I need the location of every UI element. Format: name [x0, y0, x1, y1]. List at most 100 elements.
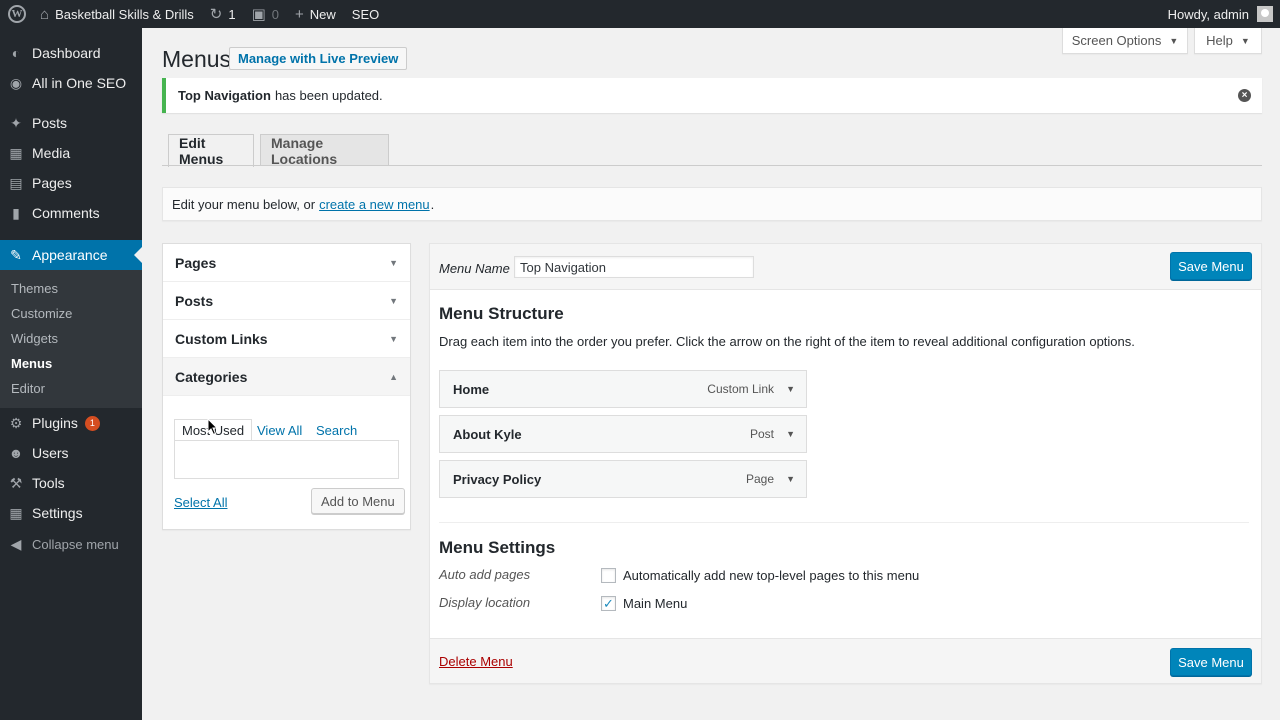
- accordion-section-posts[interactable]: Posts ▼: [163, 282, 410, 320]
- accordion-section-categories[interactable]: Categories ▲: [163, 358, 410, 396]
- seo-link[interactable]: SEO: [344, 0, 387, 28]
- sidebar-item-posts[interactable]: ✦ Posts: [0, 108, 142, 138]
- display-location-label: Display location: [439, 595, 531, 610]
- menu-item-home[interactable]: Home Custom Link ▼: [439, 370, 807, 408]
- help-label: Help: [1206, 33, 1233, 48]
- brush-icon: ✎: [10, 246, 22, 263]
- accordion-title: Pages: [175, 254, 217, 271]
- sidebar-item-label: All in One SEO: [32, 75, 127, 91]
- sidebar-item-label: Users: [32, 445, 69, 461]
- select-all-link[interactable]: Select All: [174, 495, 227, 510]
- sidebar-item-seo[interactable]: ◉ All in One SEO: [0, 68, 142, 98]
- collapse-menu-button[interactable]: ◀ Collapse menu: [0, 529, 142, 559]
- menu-item-title: Home: [453, 381, 490, 397]
- notice-menu-name: Top Navigation: [178, 88, 271, 103]
- sidebar-item-plugins[interactable]: ⚙ Plugins 1: [0, 408, 142, 438]
- main-menu-text[interactable]: Main Menu: [623, 596, 687, 611]
- sidebar-item-label: Plugins: [32, 415, 78, 431]
- new-label: New: [309, 6, 336, 22]
- menu-structure-description: Drag each item into the order you prefer…: [439, 334, 1135, 349]
- menu-management-panel: Menu Name Save Menu Menu Structure Drag …: [429, 243, 1262, 684]
- refresh-icon: ↻: [209, 6, 223, 23]
- submenu-item-editor[interactable]: Editor: [11, 381, 45, 396]
- main-menu-checkbox[interactable]: ✓: [601, 596, 616, 611]
- accordion-section-pages[interactable]: Pages ▼: [163, 244, 410, 282]
- sidebar-item-users[interactable]: ☻ Users: [0, 438, 142, 468]
- tab-manage-locations[interactable]: Manage Locations: [260, 134, 389, 167]
- dashboard-icon: ◐: [11, 45, 21, 61]
- category-tab-view-all[interactable]: View All: [250, 419, 309, 441]
- create-new-menu-link[interactable]: create a new menu: [319, 197, 430, 212]
- auto-add-pages-text[interactable]: Automatically add new top-level pages to…: [623, 568, 919, 583]
- updates-count: 1: [228, 6, 236, 22]
- caret-down-icon[interactable]: ▼: [786, 429, 795, 439]
- caret-down-icon: ▼: [389, 333, 398, 344]
- site-name-link[interactable]: ⌂ Basketball Skills & Drills: [32, 0, 202, 28]
- pin-icon: ✦: [10, 114, 22, 131]
- category-tab-search[interactable]: Search: [309, 419, 364, 441]
- submenu-item-widgets[interactable]: Widgets: [11, 331, 58, 346]
- caret-down-icon[interactable]: ▼: [786, 384, 795, 394]
- sidebar-item-appearance[interactable]: ✎ Appearance: [0, 240, 142, 270]
- tab-edit-menus[interactable]: Edit Menus: [168, 134, 254, 167]
- auto-add-pages-label: Auto add pages: [439, 567, 531, 582]
- site-name: Basketball Skills & Drills: [55, 6, 194, 22]
- seo-icon: ◉: [9, 74, 23, 91]
- home-icon: ⌂: [40, 5, 50, 23]
- wrench-icon: ⚒: [9, 474, 23, 491]
- caret-down-icon: ▼: [389, 295, 398, 306]
- updates-link[interactable]: ↻ 1: [202, 0, 244, 28]
- sidebar-item-comments[interactable]: ▮ Comments: [0, 198, 142, 228]
- notice-message: has been updated.: [274, 88, 383, 103]
- sidebar-item-media[interactable]: ▦ Media: [0, 138, 142, 168]
- sidebar-item-label: Comments: [32, 205, 100, 221]
- seo-label: SEO: [351, 6, 380, 22]
- sidebar-item-label: Media: [32, 145, 71, 161]
- media-icon: ▦: [9, 144, 23, 161]
- new-content-link[interactable]: + New: [287, 0, 344, 28]
- submenu-item-themes[interactable]: Themes: [11, 281, 58, 296]
- submenu-item-customize[interactable]: Customize: [11, 306, 72, 321]
- manage-live-preview-button[interactable]: Manage with Live Preview: [229, 47, 408, 70]
- accordion-section-custom-links[interactable]: Custom Links ▼: [163, 320, 410, 358]
- delete-menu-link[interactable]: Delete Menu: [439, 654, 513, 669]
- wordpress-logo-icon[interactable]: W: [2, 0, 32, 28]
- help-button[interactable]: Help ▼: [1194, 28, 1262, 54]
- manage-text-end: .: [430, 196, 435, 212]
- menu-item-privacy-policy[interactable]: Privacy Policy Page ▼: [439, 460, 807, 498]
- plugin-icon: ⚙: [9, 414, 23, 431]
- dismiss-icon[interactable]: ×: [1238, 89, 1251, 102]
- sidebar-item-label: Pages: [32, 175, 72, 191]
- category-list-panel[interactable]: [174, 440, 399, 479]
- caret-down-icon: ▼: [1169, 35, 1179, 46]
- sidebar-item-pages[interactable]: ▤ Pages: [0, 168, 142, 198]
- add-to-menu-button[interactable]: Add to Menu: [311, 488, 405, 514]
- accordion-title: Custom Links: [175, 330, 268, 347]
- add-menu-items-accordion: Pages ▼ Posts ▼ Custom Links ▼ Categorie…: [162, 243, 411, 530]
- save-menu-button[interactable]: Save Menu: [1170, 252, 1252, 280]
- menu-settings-title: Menu Settings: [439, 538, 556, 557]
- submenu-item-menus[interactable]: Menus: [11, 356, 52, 371]
- my-account[interactable]: Howdy, admin: [1168, 6, 1280, 22]
- plugins-update-badge: 1: [84, 415, 100, 431]
- mouse-cursor-icon: [207, 418, 219, 436]
- admin-sidebar: ◐ Dashboard ◉ All in One SEO ✦ Posts ▦ M…: [0, 28, 142, 720]
- success-notice: Top Navigation has been updated.: [162, 78, 1262, 113]
- plus-icon: +: [295, 5, 304, 23]
- pages-icon: ▤: [9, 174, 23, 191]
- save-menu-button-bottom[interactable]: Save Menu: [1170, 648, 1252, 676]
- menu-item-about-kyle[interactable]: About Kyle Post ▼: [439, 415, 807, 453]
- menu-name-input[interactable]: [514, 256, 754, 278]
- auto-add-pages-checkbox[interactable]: [601, 568, 616, 583]
- comment-icon: ▮: [12, 204, 20, 221]
- comments-link[interactable]: ▣ 0: [244, 0, 287, 28]
- caret-down-icon[interactable]: ▼: [786, 474, 795, 484]
- user-icon: ☻: [8, 445, 24, 461]
- menu-item-type: Post: [749, 427, 774, 441]
- sidebar-item-settings[interactable]: ▦ Settings: [0, 498, 142, 528]
- sidebar-item-dashboard[interactable]: ◐ Dashboard: [0, 38, 142, 68]
- screen-options-button[interactable]: Screen Options ▼: [1062, 28, 1188, 54]
- menu-item-type: Page: [745, 472, 774, 486]
- menu-item-title: About Kyle: [453, 426, 522, 442]
- sidebar-item-tools[interactable]: ⚒ Tools: [0, 468, 142, 498]
